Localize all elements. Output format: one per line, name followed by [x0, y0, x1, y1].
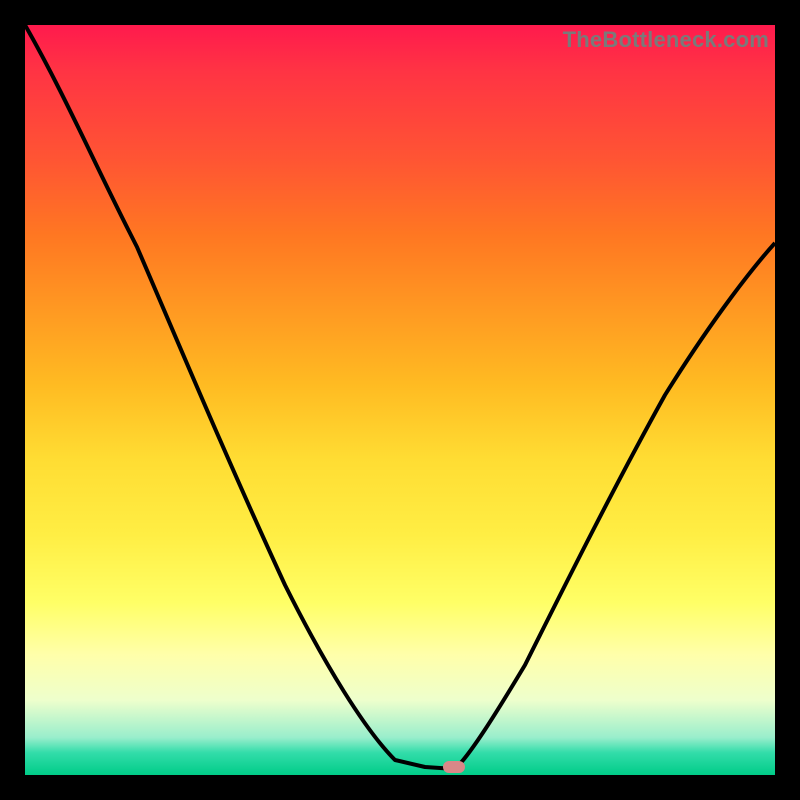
curve-path [25, 25, 775, 769]
plot-area: TheBottleneck.com [25, 25, 775, 775]
optimal-marker [443, 761, 465, 773]
chart-frame: TheBottleneck.com [0, 0, 800, 800]
bottleneck-curve [25, 25, 775, 775]
